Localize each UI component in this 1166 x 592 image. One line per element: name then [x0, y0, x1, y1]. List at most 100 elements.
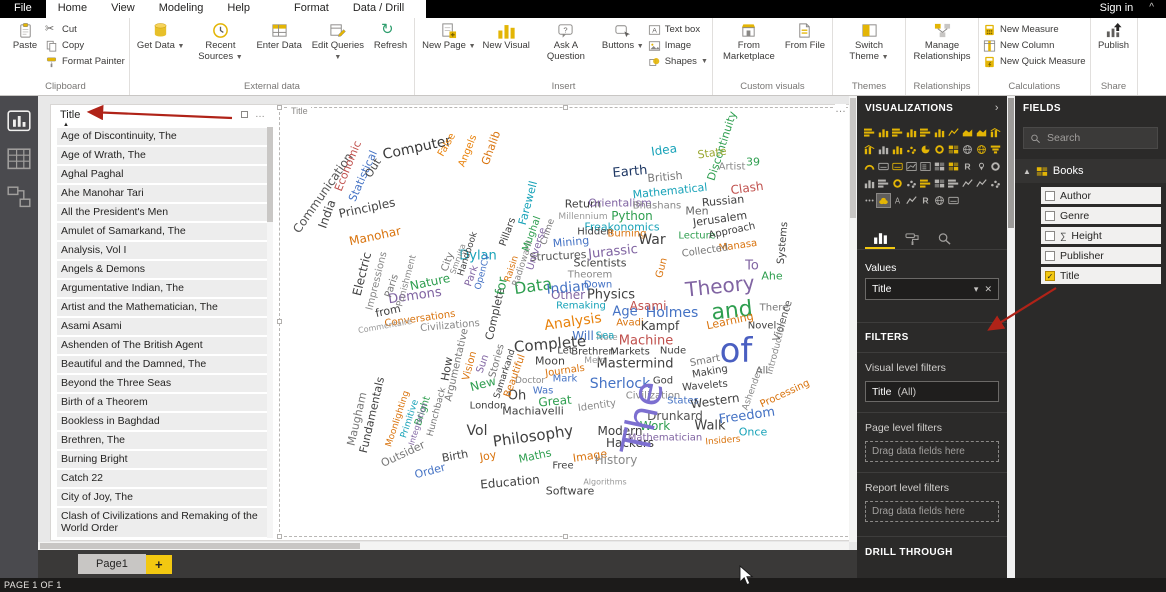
- new-quick-measure-button[interactable]: New Quick Measure: [983, 55, 1086, 68]
- resize-handle-w[interactable]: [277, 319, 282, 324]
- remove-field-icon[interactable]: ✕: [984, 284, 992, 295]
- collapse-ribbon-icon[interactable]: ^: [1143, 0, 1166, 18]
- histogram-visual-icon[interactable]: [863, 177, 876, 190]
- wordcloud-word[interactable]: Artist: [719, 162, 746, 173]
- text-box-button[interactable]: AText box: [648, 23, 708, 36]
- canvas-vertical-scrollbar[interactable]: [849, 96, 857, 542]
- table-visual-icon[interactable]: [933, 160, 946, 173]
- menu-tab-help[interactable]: Help: [215, 0, 262, 18]
- paste-button[interactable]: Paste: [6, 19, 44, 52]
- sign-in-button[interactable]: Sign in: [1090, 0, 1144, 18]
- list-item[interactable]: Ahe Manohar Tari: [57, 185, 273, 202]
- list-item[interactable]: Amulet of Samarkand, The: [57, 223, 273, 240]
- wordcloud-word[interactable]: Vol: [467, 423, 488, 439]
- tab-format[interactable]: [897, 227, 927, 249]
- network-chart-visual-icon[interactable]: [905, 177, 918, 190]
- wordcloud-word[interactable]: Nude: [660, 346, 686, 357]
- wordcloud-word[interactable]: Moon: [535, 355, 565, 368]
- resize-handle-sw[interactable]: [277, 534, 282, 539]
- multi-row-card-visual-icon[interactable]: [891, 160, 904, 173]
- 100-stacked-bar-chart-visual-icon[interactable]: [919, 126, 932, 139]
- field-checkbox[interactable]: [1045, 231, 1055, 241]
- wordcloud-word[interactable]: Education: [480, 472, 541, 491]
- menu-tab-view[interactable]: View: [99, 0, 147, 18]
- wordcloud-word[interactable]: Free: [552, 461, 573, 472]
- enter-data-button[interactable]: Enter Data: [253, 19, 304, 52]
- manage-relationships-button[interactable]: Manage Relationships: [910, 19, 974, 62]
- edit-queries-button[interactable]: Edit Queries ▼: [306, 19, 370, 63]
- field-title[interactable]: ✓Title: [1041, 267, 1161, 284]
- field-checkbox[interactable]: [1045, 211, 1055, 221]
- list-item[interactable]: Beyond the Three Seas: [57, 375, 273, 392]
- stacked-area-chart-visual-icon[interactable]: [975, 126, 988, 139]
- list-item[interactable]: Age of Wrath, The: [57, 147, 273, 164]
- list-item[interactable]: Beautiful and the Damned, The: [57, 356, 273, 373]
- slicer-visual-icon[interactable]: [919, 160, 932, 173]
- list-item[interactable]: Age of Discontinuity, The: [57, 128, 273, 145]
- data-view-icon[interactable]: [7, 148, 31, 170]
- list-scrollbar[interactable]: [267, 127, 273, 538]
- resize-handle-n[interactable]: [563, 105, 568, 110]
- waterfall-chart-visual-icon[interactable]: [891, 143, 904, 156]
- list-item[interactable]: Aghal Paghal: [57, 166, 273, 183]
- wordcloud-word[interactable]: Kampf: [641, 319, 680, 333]
- timeline-visual-icon[interactable]: [919, 177, 932, 190]
- shapes-button[interactable]: Shapes▼: [648, 55, 708, 68]
- wordcloud-word[interactable]: Manohar: [348, 224, 402, 249]
- tab-fields[interactable]: [865, 227, 895, 249]
- wordcloud-word[interactable]: Sea: [596, 331, 615, 342]
- field-checkbox[interactable]: [1045, 191, 1055, 201]
- page-tab-page1[interactable]: Page1: [78, 554, 146, 574]
- menu-tab-home[interactable]: Home: [46, 0, 99, 18]
- list-item[interactable]: Artist and the Mathematician, The: [57, 299, 273, 316]
- more-options-icon[interactable]: …: [255, 109, 265, 120]
- sort-ascending-icon[interactable]: ▲: [63, 122, 69, 128]
- model-view-icon[interactable]: [7, 186, 31, 208]
- expand-collapse-icon[interactable]: ▲: [1023, 167, 1031, 176]
- key-influencers-visual-icon[interactable]: [989, 160, 1002, 173]
- wordcloud-word[interactable]: Order: [413, 461, 447, 482]
- sparkline-visual-icon[interactable]: [975, 177, 988, 190]
- wordcloud-word[interactable]: Identity: [577, 398, 616, 414]
- report-filters-drop-zone[interactable]: Drag data fields here: [865, 501, 999, 522]
- arcgis-map-visual-icon[interactable]: [975, 160, 988, 173]
- field-genre[interactable]: Genre: [1041, 207, 1161, 224]
- funnel-chart-visual-icon[interactable]: [989, 143, 1002, 156]
- wordcloud-word[interactable]: Insiders: [705, 434, 741, 447]
- refresh-button[interactable]: ↻Refresh: [371, 19, 410, 52]
- image-button[interactable]: Image: [648, 39, 708, 52]
- list-item[interactable]: Brethren, The: [57, 432, 273, 449]
- new-page-button[interactable]: New Page ▼: [419, 19, 478, 53]
- wordcloud-word[interactable]: Scientists: [574, 257, 627, 270]
- page-filters-drop-zone[interactable]: Drag data fields here: [865, 441, 999, 462]
- from-file-button[interactable]: From File: [782, 19, 828, 52]
- recent-sources-button[interactable]: Recent Sources ▼: [188, 19, 252, 63]
- values-field-well-title[interactable]: Title ▾ ✕: [865, 278, 999, 300]
- wordcloud-word[interactable]: History: [595, 453, 638, 467]
- wordcloud-word[interactable]: Wavelets: [682, 379, 728, 394]
- line-and-clustered-column-chart-visual-icon[interactable]: [989, 126, 1002, 139]
- list-item[interactable]: All the President's Men: [57, 204, 273, 221]
- list-item[interactable]: Catch 22: [57, 470, 273, 487]
- list-item[interactable]: City of Joy, The: [57, 489, 273, 506]
- donut-chart-visual-icon[interactable]: [933, 143, 946, 156]
- stacked-column-chart-visual-icon[interactable]: [877, 126, 890, 139]
- report-view-icon[interactable]: [7, 110, 31, 132]
- wordcloud-word[interactable]: Mastermind: [597, 357, 674, 372]
- switch-theme-button[interactable]: Switch Theme ▼: [837, 19, 901, 63]
- list-column-header[interactable]: Title: [60, 109, 80, 121]
- sunburst-visual-icon[interactable]: [891, 177, 904, 190]
- wordcloud-word[interactable]: Once: [739, 426, 767, 439]
- wordcloud-word[interactable]: Mark: [553, 374, 578, 385]
- field-publisher[interactable]: Publisher: [1041, 247, 1161, 264]
- menu-tab-modeling[interactable]: Modeling: [147, 0, 216, 18]
- infographic-visual-icon[interactable]: [947, 194, 960, 207]
- chevron-down-icon[interactable]: ▾: [974, 284, 979, 295]
- wordcloud-word[interactable]: Principles: [337, 195, 396, 221]
- wordcloud-word[interactable]: Software: [546, 485, 595, 498]
- pie-chart-visual-icon[interactable]: [919, 143, 932, 156]
- word-cloud-visual[interactable]: Title … IndiaPrinciplesManoharCommunicat…: [279, 107, 853, 537]
- publish-button[interactable]: Publish: [1095, 19, 1133, 52]
- word-cloud-visual-icon[interactable]: [877, 194, 890, 207]
- line-and-stacked-column-chart-visual-icon[interactable]: [863, 143, 876, 156]
